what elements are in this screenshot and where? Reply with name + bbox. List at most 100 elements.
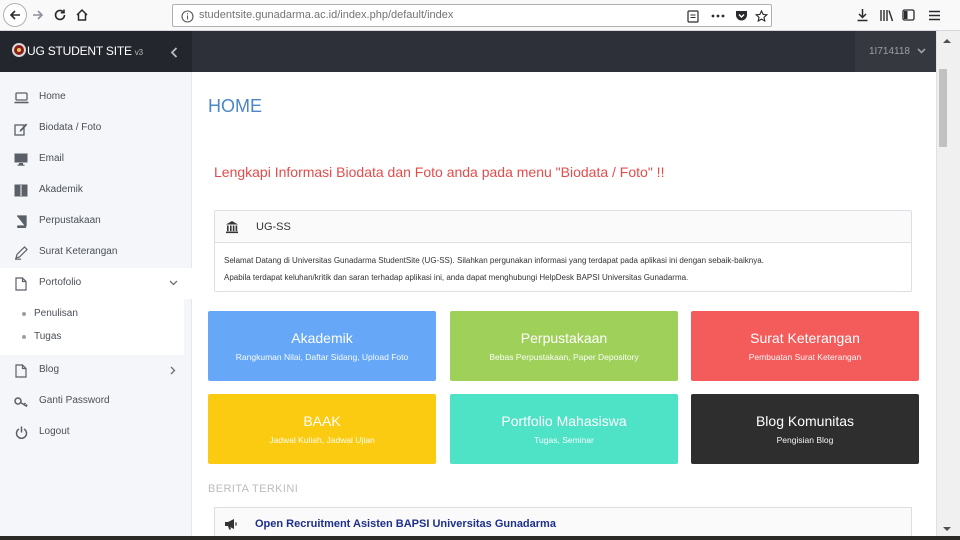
sidebar-item-surat-keterangan[interactable]: Surat Keterangan: [0, 237, 192, 268]
url-text[interactable]: studentsite.gunadarma.ac.id/index.php/de…: [199, 9, 453, 21]
sidebar-item-email[interactable]: Email: [0, 144, 192, 175]
tile-subtitle: Jadwal Kuliah, Jadwal Ujian: [269, 435, 375, 445]
bank-icon: [226, 221, 238, 234]
library-icon[interactable]: [875, 4, 897, 26]
arrow-right-icon: [33, 10, 44, 20]
sidebar-item-label: Logout: [39, 426, 70, 437]
brand-version: v3: [134, 48, 143, 57]
page-scrollbar[interactable]: [936, 31, 960, 540]
sidebar-item-ganti-password[interactable]: Ganti Password: [0, 386, 192, 417]
news-heading: BERITA TERKINI: [208, 483, 299, 495]
sidebar-item-blog[interactable]: Blog: [0, 355, 192, 386]
chevron-down-icon: [167, 277, 179, 289]
bullet-icon: [22, 312, 26, 316]
tile-subtitle: Rangkuman Nilai, Daftar Sidang, Upload F…: [235, 352, 409, 362]
tile-subtitle: Bebas Perpustakaan, Paper Depository: [489, 352, 639, 362]
tile-title: Blog Komunitas: [755, 413, 855, 429]
top-navbar: 1I714118: [192, 31, 936, 72]
tile-portfolio-mahasiswa[interactable]: Portfolio Mahasiswa Tugas, Seminar: [450, 394, 678, 464]
home-icon: [76, 8, 88, 21]
info-panel-title: UG-SS: [256, 221, 291, 233]
sidebar-item-logout[interactable]: Logout: [0, 417, 192, 448]
tile-akademik[interactable]: Akademik Rangkuman Nilai, Daftar Sidang,…: [208, 311, 436, 381]
sidebar-item-portofolio[interactable]: Portofolio: [0, 268, 192, 299]
reload-icon: [54, 9, 66, 21]
tile-surat-keterangan[interactable]: Surat Keterangan Pembuatan Surat Keteran…: [691, 311, 919, 381]
menu-icon[interactable]: [923, 4, 945, 26]
sidebar-item-label: Akademik: [39, 184, 83, 195]
more-actions-icon[interactable]: [710, 8, 726, 24]
sidebar-collapse-button[interactable]: [165, 43, 183, 61]
reader-view-icon[interactable]: [685, 8, 701, 24]
info-line: Selamat Datang di Universitas Gunadarma …: [224, 256, 764, 265]
chevron-left-icon: [170, 46, 178, 58]
download-icon[interactable]: [851, 4, 873, 26]
forward-button[interactable]: [27, 4, 49, 26]
sidebar-header: UG STUDENT SITE v3: [0, 31, 192, 72]
sidebar-item-label: Surat Keterangan: [39, 246, 118, 257]
info-line: Apabila terdapat keluhan/kritik dan sara…: [224, 273, 689, 282]
scroll-down-arrow-icon[interactable]: [941, 524, 953, 534]
biodata-notice: Lengkapi Informasi Biodata dan Foto anda…: [214, 164, 665, 180]
tile-title: Akademik: [291, 330, 353, 346]
sidebar-item-label: Home: [39, 91, 66, 102]
key-icon: [13, 394, 29, 409]
submenu-label: Penulisan: [34, 308, 78, 319]
ug-logo-icon: [12, 43, 26, 57]
user-menu[interactable]: 1I714118: [855, 31, 936, 72]
sidebar: UG STUDENT SITE v3 Home Biodata / Foto Em…: [0, 31, 192, 540]
desktop-edge: [0, 536, 960, 540]
tile-title: Surat Keterangan: [750, 330, 860, 346]
document-icon: [13, 363, 29, 378]
tile-subtitle: Pembuatan Surat Keterangan: [748, 352, 862, 362]
power-icon: [13, 425, 29, 440]
reload-button[interactable]: [49, 4, 71, 26]
scrollbar-thumb[interactable]: [939, 69, 947, 147]
info-panel-body: Selamat Datang di Universitas Gunadarma …: [224, 252, 904, 286]
sidebar-item-label: Email: [39, 153, 65, 164]
sidebar-item-akademik[interactable]: Akademik: [0, 175, 192, 206]
url-bar[interactable]: studentsite.gunadarma.ac.id/index.php/de…: [172, 4, 772, 27]
home-button[interactable]: [71, 4, 93, 26]
edit-icon: [13, 121, 29, 136]
info-panel-header: UG-SS: [215, 211, 911, 243]
sidebar-item-biodata[interactable]: Biodata / Foto: [0, 113, 192, 144]
chevron-right-icon: [167, 364, 179, 376]
sidebar-toggle-icon[interactable]: [897, 4, 919, 26]
books-icon: [13, 214, 29, 229]
submenu-label: Tugas: [34, 331, 62, 342]
info-icon[interactable]: [179, 8, 195, 24]
news-item-link[interactable]: Open Recruitment Asisten BAPSI Universit…: [255, 518, 556, 530]
pen-icon: [13, 245, 29, 260]
main-content: HOME Lengkapi Informasi Biodata dan Foto…: [192, 72, 936, 540]
sidebar-item-label: Biodata / Foto: [39, 122, 102, 133]
bullet-icon: [22, 335, 26, 339]
tile-perpustakaan[interactable]: Perpustakaan Bebas Perpustakaan, Paper D…: [450, 311, 678, 381]
tile-title: Portfolio Mahasiswa: [501, 413, 627, 429]
sidebar-menu: Home Biodata / Foto Email Akademik Perpu…: [0, 82, 192, 448]
scroll-up-arrow-icon[interactable]: [941, 35, 953, 45]
book-icon: [13, 183, 29, 198]
megaphone-icon: [225, 519, 237, 530]
brand-title[interactable]: UG STUDENT SITE v3: [27, 44, 143, 58]
user-id: 1I714118: [869, 46, 910, 57]
submenu-item-penulisan[interactable]: Penulisan: [0, 303, 184, 326]
pocket-icon[interactable]: [733, 8, 749, 24]
tile-blog-komunitas[interactable]: Blog Komunitas Pengisian Blog: [691, 394, 919, 464]
tile-title: BAAK: [303, 413, 341, 429]
monitor-icon: [13, 152, 29, 167]
tile-baak[interactable]: BAAK Jadwal Kuliah, Jadwal Ujian: [208, 394, 436, 464]
info-panel: UG-SS Selamat Datang di Universitas Guna…: [214, 210, 912, 292]
back-button[interactable]: [3, 3, 27, 27]
tile-title: Perpustakaan: [520, 330, 608, 346]
submenu-item-tugas[interactable]: Tugas: [0, 326, 184, 349]
page-title: HOME: [208, 96, 262, 116]
sidebar-item-home[interactable]: Home: [0, 82, 192, 113]
arrow-left-icon: [9, 10, 20, 20]
sidebar-item-label: Ganti Password: [39, 395, 110, 406]
tile-subtitle: Tugas, Seminar: [534, 435, 594, 445]
chevron-down-icon: [916, 46, 926, 56]
sidebar-item-perpustakaan[interactable]: Perpustakaan: [0, 206, 192, 237]
bookmark-star-icon[interactable]: [753, 8, 769, 24]
sidebar-item-label: Portofolio: [39, 277, 82, 288]
